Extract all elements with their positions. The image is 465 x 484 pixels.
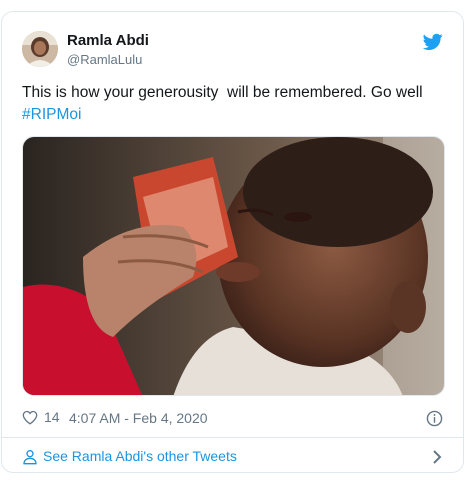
tweet-text: This is how your generousity will be rem… (22, 82, 447, 126)
person-icon (22, 449, 38, 468)
author-handle[interactable]: @RamlaLulu (67, 51, 149, 69)
embedded-tweet-card: Ramla Abdi @RamlaLulu This is how your g… (1, 11, 464, 473)
tweet-body: This is how your generousity will be rem… (22, 84, 427, 101)
twitter-bird-icon[interactable] (422, 33, 443, 51)
heart-icon (22, 410, 38, 425)
avatar[interactable] (22, 31, 58, 67)
tweet-header: Ramla Abdi @RamlaLulu (22, 31, 443, 69)
hashtag-link[interactable]: #RIPMoi (22, 106, 81, 123)
tweet-meta: 14 4:07 AM - Feb 4, 2020 (22, 409, 443, 429)
author-display-name[interactable]: Ramla Abdi (67, 32, 149, 50)
like-button[interactable]: 14 (22, 409, 60, 425)
tweet-photo[interactable] (22, 136, 445, 396)
see-other-tweets-link[interactable]: See Ramla Abdi's other Tweets (2, 438, 463, 472)
see-other-tweets-label: See Ramla Abdi's other Tweets (43, 448, 237, 464)
like-count: 14 (44, 409, 60, 425)
author-names: Ramla Abdi @RamlaLulu (67, 32, 149, 69)
chevron-right-icon (431, 449, 443, 468)
info-icon[interactable] (426, 410, 443, 430)
tweet-timestamp[interactable]: 4:07 AM - Feb 4, 2020 (69, 410, 208, 426)
